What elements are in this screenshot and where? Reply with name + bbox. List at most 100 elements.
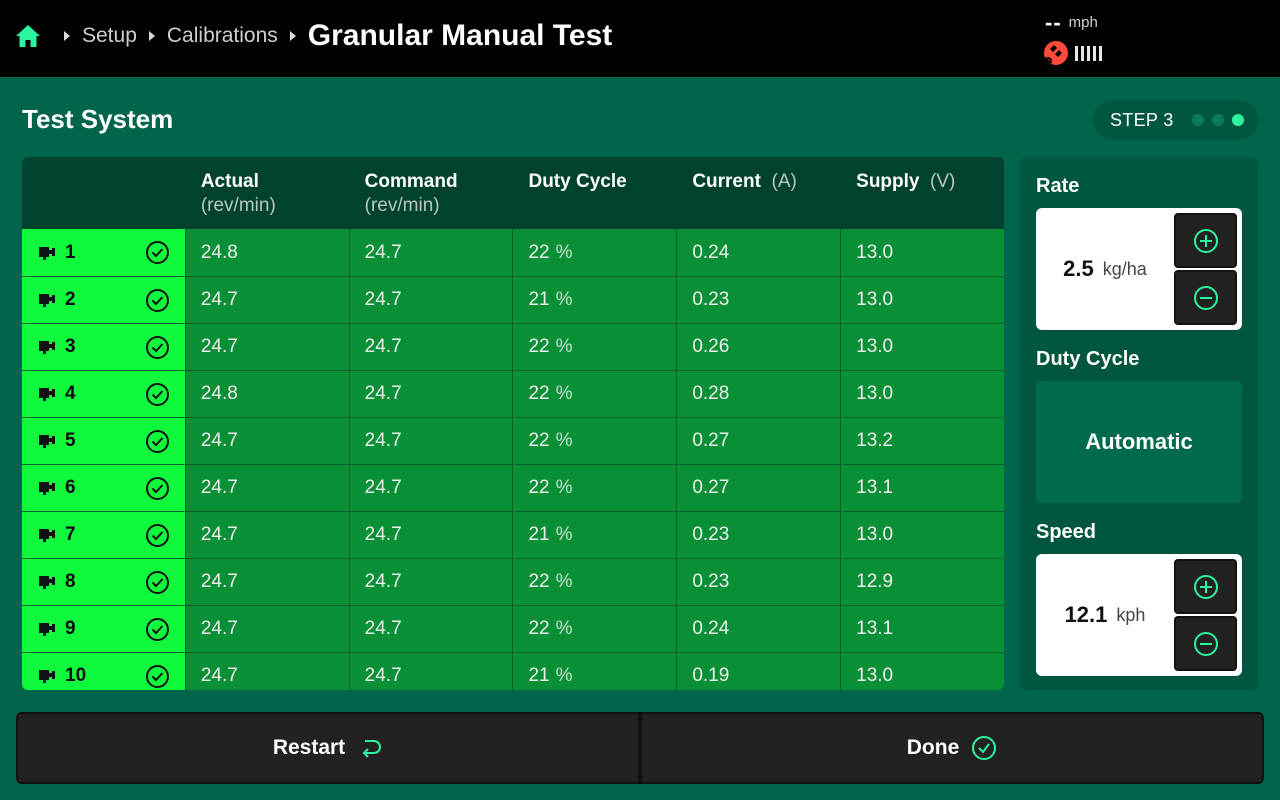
header-empty [22, 157, 185, 229]
plus-circle-icon [1193, 574, 1218, 599]
current-cell: 0.24 [676, 229, 840, 276]
meter-motor-icon [39, 294, 55, 307]
table-body: 1 24.8 24.7 22% 0.24 13.0 2 24.7 24.7 21% 0.23 13.0… [22, 229, 1004, 690]
meter-number: 6 [65, 477, 76, 498]
breadcrumb-setup[interactable]: Setup [82, 24, 137, 48]
speed-value: 12.1 [1064, 602, 1108, 627]
meter-id-cell[interactable]: 4 [22, 371, 185, 417]
gps-status[interactable] [1043, 40, 1102, 66]
table-row: 5 24.7 24.7 22% 0.27 13.2 [22, 417, 1004, 464]
section-title: Test System [22, 104, 174, 134]
duty-unit: % [555, 571, 573, 592]
restart-label: Restart [272, 736, 346, 759]
meter-table: Actual (rev/min) Command (rev/min) Duty … [22, 157, 1004, 690]
speed-increase-button[interactable] [1174, 559, 1237, 614]
supply-cell: 13.0 [840, 229, 1004, 276]
meter-id-cell[interactable]: 6 [22, 465, 185, 511]
current-cell: 0.23 [676, 559, 840, 605]
meter-motor-icon [39, 341, 55, 354]
actual-cell: 24.7 [184, 559, 349, 605]
duty-cycle-cell: 21% [512, 512, 676, 558]
breadcrumb-calibrations[interactable]: Calibrations [167, 24, 278, 48]
meter-number: 4 [65, 383, 76, 404]
current-cell: 0.27 [676, 418, 840, 464]
duty-unit: % [555, 430, 573, 451]
actual-cell: 24.7 [184, 512, 349, 558]
breadcrumb: Setup Calibrations Granular Manual Test [52, 0, 612, 72]
rate-value-display: 2.5 kg/ha [1036, 208, 1174, 330]
check-circle-icon [146, 336, 169, 359]
step-dots [1191, 114, 1244, 126]
command-cell: 24.7 [348, 324, 513, 370]
supply-cell: 13.0 [840, 512, 1004, 558]
check-circle-icon [146, 665, 169, 688]
duty-value: 22 [528, 430, 550, 451]
duty-value: 22 [528, 571, 550, 592]
command-cell: 24.7 [348, 653, 513, 690]
home-icon[interactable] [15, 23, 41, 49]
step-indicator: STEP 3 [1093, 100, 1258, 140]
duty-cycle-cell: 22% [512, 559, 676, 605]
meter-id-cell[interactable]: 9 [22, 606, 185, 652]
command-cell: 24.7 [348, 229, 513, 276]
duty-value: 22 [528, 618, 550, 639]
duty-unit: % [555, 618, 573, 639]
duty-value: 21 [528, 524, 550, 545]
rate-unit: kg/ha [1102, 258, 1147, 279]
meter-id-cell[interactable]: 7 [22, 512, 185, 558]
check-circle-icon [146, 477, 169, 500]
done-button[interactable]: Done [640, 712, 1264, 784]
supply-cell: 13.0 [840, 277, 1004, 323]
meter-id-cell[interactable]: 1 [22, 229, 185, 276]
speed-unit: kph [1116, 604, 1146, 625]
speed-unit: mph [1068, 14, 1098, 31]
restart-button[interactable]: Restart [16, 712, 640, 784]
meter-number: 8 [65, 571, 76, 592]
meter-id-cell[interactable]: 8 [22, 559, 185, 605]
rate-increase-button[interactable] [1174, 213, 1237, 268]
meter-motor-icon [39, 529, 55, 542]
duty-cycle-cell: 22% [512, 606, 676, 652]
duty-cycle-cell: 22% [512, 229, 676, 276]
current-cell: 0.23 [676, 512, 840, 558]
current-cell: 0.23 [676, 277, 840, 323]
command-cell: 24.7 [348, 512, 513, 558]
current-cell: 0.19 [676, 653, 840, 690]
actual-cell: 24.8 [184, 371, 349, 417]
header-duty-cycle: Duty Cycle [528, 171, 627, 192]
table-row: 3 24.7 24.7 22% 0.26 13.0 [22, 323, 1004, 370]
rate-decrease-button[interactable] [1174, 270, 1237, 325]
meter-id-cell[interactable]: 5 [22, 418, 185, 464]
supply-cell: 12.9 [840, 559, 1004, 605]
meter-motor-icon [39, 246, 55, 260]
meter-number: 3 [65, 336, 76, 357]
speed-decrease-button[interactable] [1174, 616, 1237, 671]
meter-id-cell[interactable]: 2 [22, 277, 185, 323]
meter-number: 1 [65, 241, 76, 263]
duty-cycle-label: Duty Cycle [1036, 348, 1140, 370]
duty-cycle-cell: 22% [512, 371, 676, 417]
meter-number: 10 [65, 665, 87, 686]
command-cell: 24.7 [348, 606, 513, 652]
actual-cell: 24.7 [184, 418, 349, 464]
duty-value: 22 [528, 477, 550, 498]
meter-motor-icon [39, 388, 55, 401]
meter-id-cell[interactable]: 3 [22, 324, 185, 370]
header-current: Current (A) [692, 171, 797, 192]
rate-value: 2.5 [1063, 256, 1094, 281]
supply-cell: 13.0 [840, 371, 1004, 417]
check-circle-icon [146, 289, 169, 312]
actual-cell: 24.7 [184, 324, 349, 370]
duty-unit: % [555, 524, 573, 545]
header-supply: Supply (V) [856, 171, 956, 192]
check-circle-icon [146, 524, 169, 547]
current-cell: 0.26 [676, 324, 840, 370]
meter-motor-icon [39, 482, 55, 495]
meter-id-cell[interactable]: 10 [22, 653, 185, 690]
chevron-right-icon [289, 31, 296, 41]
chevron-right-icon [64, 31, 70, 41]
duty-cycle-mode-button[interactable]: Automatic [1036, 381, 1242, 503]
rate-stepper: 2.5 kg/ha [1036, 208, 1242, 330]
meter-motor-icon [39, 623, 55, 636]
rate-label: Rate [1036, 175, 1080, 197]
